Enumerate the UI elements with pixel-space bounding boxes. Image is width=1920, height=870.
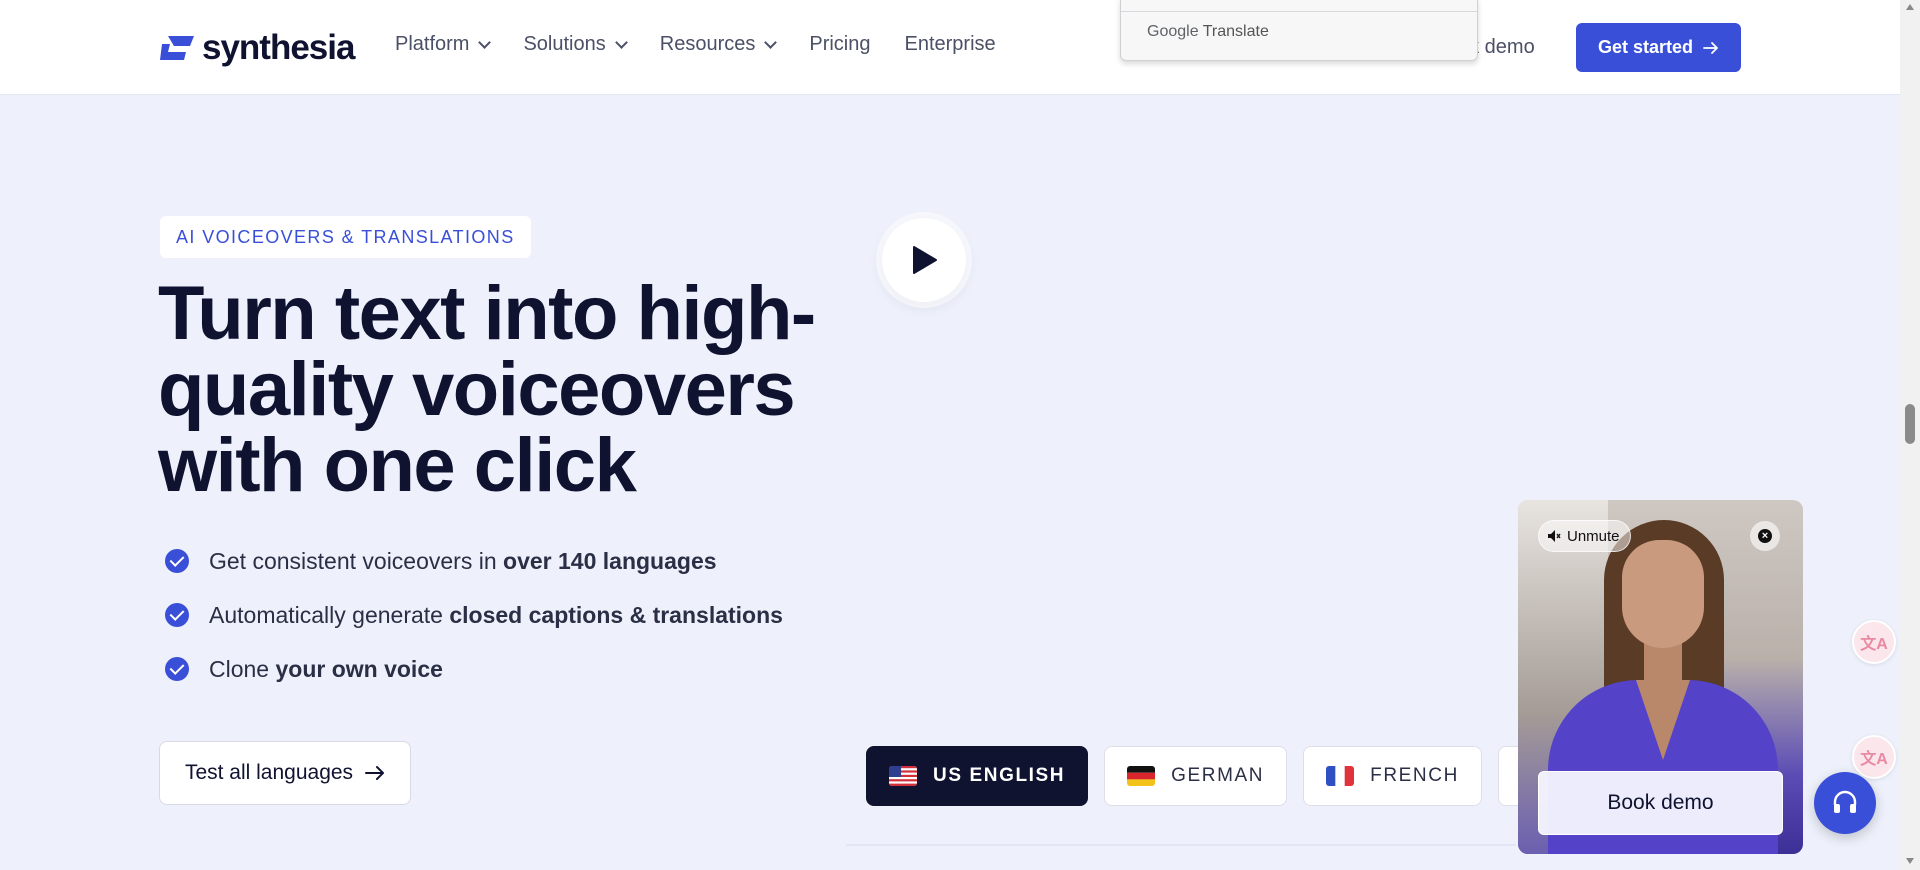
feature-list: Get consistent voiceovers in over 140 la…	[165, 534, 783, 696]
feature-text: Get consistent voiceovers in over 140 la…	[209, 548, 717, 575]
hero-headline: Turn text into high-quality voiceovers w…	[158, 271, 816, 508]
check-circle-icon	[165, 657, 189, 681]
nav-solutions[interactable]: Solutions	[523, 33, 628, 56]
section-tag: AI VOICEOVERS & TRANSLATIONS	[160, 216, 531, 258]
translate-float-icon[interactable]: 文A	[1852, 620, 1896, 664]
nav-solutions-label: Solutions	[523, 33, 606, 55]
nav-enterprise-label: Enterprise	[904, 33, 996, 55]
nav-pricing-label: Pricing	[809, 33, 871, 55]
close-icon: ×	[1758, 529, 1772, 543]
main-nav: Platform Solutions Resources Pricing Ent…	[395, 33, 996, 56]
support-chat-button[interactable]	[1814, 772, 1876, 834]
scroll-up-arrow-icon[interactable]	[1906, 4, 1914, 10]
page-scrollbar[interactable]	[1900, 0, 1920, 870]
arrow-right-icon	[1703, 41, 1718, 54]
translate-float-icon[interactable]: 文A	[1852, 735, 1896, 779]
headset-icon	[1833, 790, 1857, 813]
google-brand: Google	[1147, 23, 1199, 40]
nav-platform-label: Platform	[395, 33, 470, 55]
language-pill-us-english[interactable]: US ENGLISH	[866, 746, 1089, 806]
nav-resources[interactable]: Resources	[659, 33, 778, 56]
unmute-label: Unmute	[1567, 527, 1620, 545]
unmute-button[interactable]: Unmute	[1538, 520, 1631, 552]
feature-item: Get consistent voiceovers in over 140 la…	[165, 534, 783, 588]
feature-item: Automatically generate closed captions &…	[165, 588, 783, 642]
site-header: synthesia Platform Solutions Resources P…	[0, 0, 1900, 95]
google-translate-label: Google Translate	[1147, 23, 1269, 41]
avatar-neckline	[1636, 680, 1690, 760]
close-video-button[interactable]: ×	[1750, 521, 1780, 551]
play-video-button[interactable]	[882, 218, 966, 302]
translate-glyph-icon: 文A	[1860, 636, 1888, 653]
get-started-label: Get started	[1597, 37, 1694, 57]
scrollbar-thumb[interactable]	[1905, 404, 1915, 444]
feature-text: Automatically generate closed captions &…	[209, 602, 783, 629]
language-selector: US ENGLISH GERMAN FRENCH	[866, 746, 1618, 806]
us-flag-icon	[889, 766, 917, 786]
language-pill-french[interactable]: FRENCH	[1303, 746, 1482, 806]
chevron-down-icon	[478, 35, 492, 49]
nav-enterprise[interactable]: Enterprise	[905, 33, 996, 56]
google-translate-popup[interactable]: Google Translate	[1120, 0, 1478, 61]
feature-item: Clone your own voice	[165, 642, 783, 696]
de-flag-icon	[1127, 766, 1156, 786]
feature-text-regular: Clone	[209, 655, 276, 682]
translate-text: Translate	[1202, 23, 1269, 40]
language-pill-german[interactable]: GERMAN	[1104, 746, 1288, 806]
check-circle-icon	[165, 603, 189, 627]
book-demo-video-button[interactable]: Book demo	[1538, 771, 1783, 835]
nav-resources-label: Resources	[659, 33, 756, 55]
muted-speaker-icon	[1548, 530, 1561, 542]
logo-mark-icon	[160, 36, 194, 60]
nav-platform[interactable]: Platform	[395, 33, 492, 56]
gt-divider	[1121, 11, 1477, 12]
feature-text-bold: your own voice	[275, 655, 443, 682]
translate-glyph-icon: 文A	[1860, 751, 1888, 768]
feature-text-regular: Automatically generate	[209, 601, 450, 628]
language-label: US ENGLISH	[933, 765, 1066, 786]
feature-text-bold: over 140 languages	[503, 547, 717, 574]
scroll-down-arrow-icon[interactable]	[1906, 858, 1914, 864]
check-circle-icon	[165, 549, 189, 573]
logo-text: synthesia	[202, 28, 355, 67]
feature-text-regular: Get consistent voiceovers in	[209, 547, 504, 574]
section-divider	[846, 844, 1516, 846]
feature-text: Clone your own voice	[209, 656, 443, 683]
play-icon	[913, 246, 937, 274]
video-avatar-widget[interactable]: Unmute × Book demo	[1518, 500, 1803, 854]
fr-flag-icon	[1326, 766, 1355, 786]
arrow-right-icon	[365, 766, 385, 780]
avatar-face	[1622, 540, 1704, 648]
chevron-down-icon	[614, 35, 628, 49]
test-all-languages-button[interactable]: Test all languages	[159, 741, 411, 805]
nav-pricing[interactable]: Pricing	[809, 33, 870, 56]
test-all-languages-label: Test all languages	[184, 761, 354, 784]
language-label: GERMAN	[1171, 765, 1265, 786]
get-started-button[interactable]: Get started	[1576, 23, 1741, 72]
chevron-down-icon	[764, 35, 778, 49]
feature-text-bold: closed captions & translations	[449, 601, 783, 628]
language-label: FRENCH	[1370, 765, 1459, 786]
synthesia-logo[interactable]: synthesia	[160, 28, 355, 67]
